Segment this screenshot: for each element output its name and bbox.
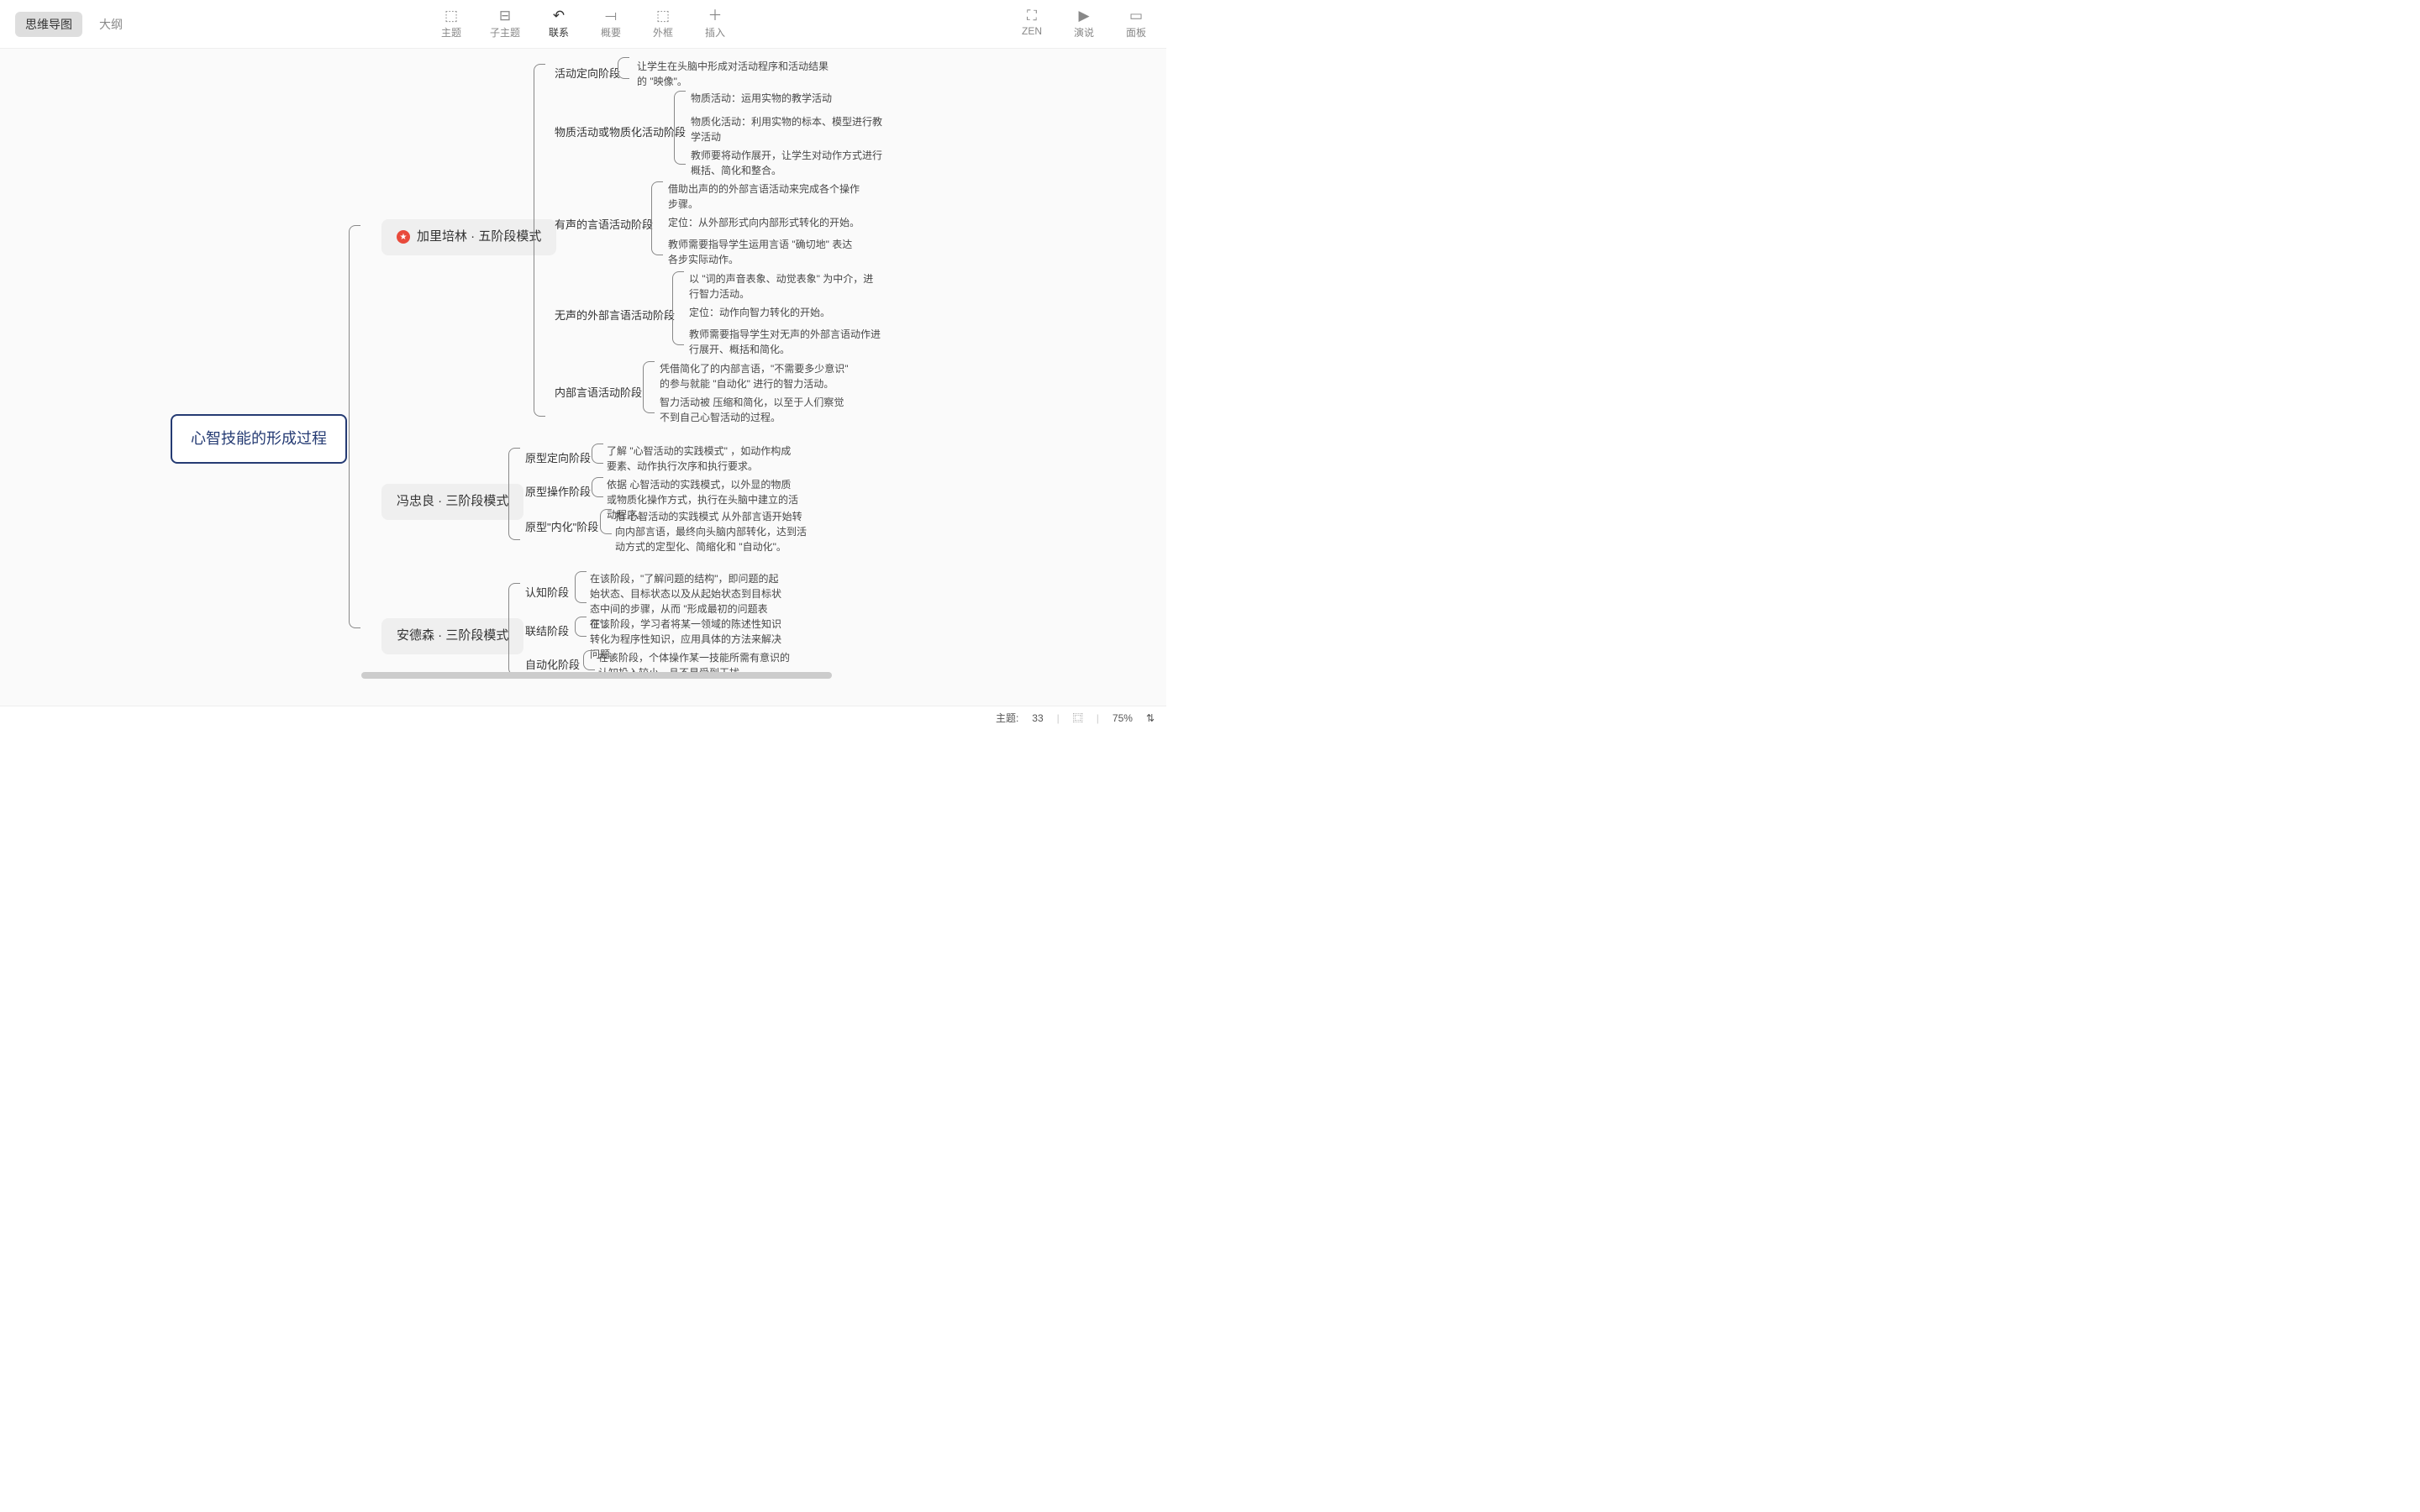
subtopic-icon: ⊟: [499, 8, 511, 23]
b1-s1-d1[interactable]: 让学生在头脑中形成对活动程序和活动结果的 "映像"。: [637, 59, 830, 89]
zoom-stepper-icon[interactable]: ⇅: [1146, 712, 1155, 724]
status-divider: |: [1097, 712, 1099, 724]
pitch-button[interactable]: ▶ 演说: [1071, 8, 1097, 39]
topics-label: 主题:: [996, 711, 1018, 725]
b1-s2[interactable]: 物质活动或物质化活动阶段: [555, 124, 686, 141]
status-bar: 主题: 33 | ⿴ | 75% ⇅: [0, 706, 1166, 729]
b2-s2-brace: [592, 477, 603, 497]
b1-s3-d2[interactable]: 定位：从外部形式向内部形式转化的开始。: [668, 215, 860, 230]
view-mode-tabs: 思维导图 大纲: [8, 12, 133, 37]
boundary-icon: ⬚: [656, 8, 670, 23]
b1-brace: [534, 64, 545, 417]
topics-count: 33: [1032, 712, 1043, 724]
tool-label: 插入: [705, 25, 725, 39]
insert-icon: ＋: [708, 8, 723, 23]
b3-s2[interactable]: 联结阶段: [525, 623, 569, 640]
branch-label: 冯忠良 · 三阶段模式: [397, 492, 508, 512]
b2-s2[interactable]: 原型操作阶段: [525, 484, 591, 501]
tool-label: 概要: [601, 25, 621, 39]
branch-feng[interactable]: 冯忠良 · 三阶段模式: [381, 484, 523, 520]
b1-s2-d3[interactable]: 教师要将动作展开，让学生对动作方式进行概括、简化和整合。: [691, 148, 884, 178]
tool-insert[interactable]: ＋ 插入: [702, 8, 729, 39]
b1-s2-d1[interactable]: 物质活动：运用实物的教学活动: [691, 91, 832, 106]
b1-s1-brace: [618, 57, 629, 79]
mindmap-canvas[interactable]: 心智技能的形成过程 ★ 加里培林 · 五阶段模式 活动定向阶段 让学生在头脑中形…: [0, 49, 1166, 706]
b2-s3-brace: [600, 509, 612, 534]
center-toolbar: ⬚ 主题 ⊟ 子主题 ↶ 联系 ⟞ 概要 ⬚ 外框 ＋ 插入: [438, 8, 729, 39]
tool-label: ZEN: [1022, 25, 1042, 37]
branch-label: 安德森 · 三阶段模式: [397, 627, 508, 646]
b1-s2-d2[interactable]: 物质化活动：利用实物的标本、模型进行教学活动: [691, 114, 884, 144]
b1-s3-d3[interactable]: 教师需要指导学生运用言语 "确切地" 表达各步实际动作。: [668, 237, 861, 267]
tool-summary[interactable]: ⟞ 概要: [597, 8, 624, 39]
topic-icon: ⬚: [445, 8, 458, 23]
b2-s3-d1[interactable]: 指 心智活动的实践模式 从外部言语开始转向内部言语，最终向头脑内部转化，达到活动…: [615, 509, 808, 554]
b3-s1-brace: [575, 571, 587, 603]
b2-s1-d1[interactable]: 了解 "心智活动的实践模式" ，如动作构成要素、动作执行次序和执行要求。: [607, 444, 800, 474]
b2-s3[interactable]: 原型"内化"阶段: [525, 519, 598, 536]
zen-icon: ⛶: [1027, 8, 1037, 23]
b1-s4-brace: [672, 271, 684, 345]
relation-icon: ↶: [553, 8, 565, 23]
tool-label: 联系: [549, 25, 569, 39]
branch-label: 加里培林 · 五阶段模式: [417, 228, 541, 247]
tool-subtopic[interactable]: ⊟ 子主题: [490, 8, 520, 39]
tool-label: 主题: [441, 25, 461, 39]
b3-s2-brace: [575, 617, 587, 637]
top-toolbar: 思维导图 大纲 ⬚ 主题 ⊟ 子主题 ↶ 联系 ⟞ 概要 ⬚ 外框 ＋ 插入 ⛶: [0, 0, 1166, 49]
tool-boundary[interactable]: ⬚ 外框: [650, 8, 676, 39]
zen-button[interactable]: ⛶ ZEN: [1018, 8, 1045, 39]
status-divider: |: [1057, 712, 1060, 724]
tab-outline[interactable]: 大纲: [89, 12, 133, 37]
b1-s5-brace: [643, 361, 655, 413]
b3-s3[interactable]: 自动化阶段: [525, 657, 580, 674]
b1-s5-d2[interactable]: 智力活动被 压缩和简化，以至于人们察觉不到自己心智活动的过程。: [660, 395, 853, 425]
b1-s2-brace: [674, 91, 686, 165]
b1-s3-d1[interactable]: 借助出声的的外部言语活动来完成各个操作步骤。: [668, 181, 861, 212]
b1-s4[interactable]: 无声的外部言语活动阶段: [555, 307, 675, 324]
root-brace: [349, 225, 360, 628]
b3-s1[interactable]: 认知阶段: [525, 585, 569, 601]
b2-s1[interactable]: 原型定向阶段: [525, 450, 591, 467]
star-icon: ★: [397, 230, 410, 244]
b2-brace: [508, 448, 520, 540]
tool-label: 演说: [1074, 25, 1094, 39]
b2-s1-brace: [592, 444, 603, 464]
b3-brace: [508, 583, 520, 675]
b1-s4-d2[interactable]: 定位：动作向智力转化的开始。: [689, 305, 830, 320]
tool-label: 面板: [1126, 25, 1146, 39]
tool-topic[interactable]: ⬚ 主题: [438, 8, 465, 39]
b1-s1[interactable]: 活动定向阶段: [555, 66, 620, 82]
tab-mindmap[interactable]: 思维导图: [15, 12, 82, 37]
tool-relation[interactable]: ↶ 联系: [545, 8, 572, 39]
summary-icon: ⟞: [605, 8, 617, 23]
branch-galperin[interactable]: ★ 加里培林 · 五阶段模式: [381, 219, 556, 255]
b1-s3-brace: [651, 181, 663, 255]
b1-s3[interactable]: 有声的言语活动阶段: [555, 217, 653, 234]
right-toolbar: ⛶ ZEN ▶ 演说 ▭ 面板: [1018, 8, 1158, 39]
play-icon: ▶: [1078, 8, 1089, 23]
horizontal-scrollbar[interactable]: [361, 672, 832, 679]
b1-s4-d1[interactable]: 以 "词的声音表象、动觉表象" 为中介，进行智力活动。: [689, 271, 882, 302]
b1-s4-d3[interactable]: 教师需要指导学生对无声的外部言语动作进行展开、概括和简化。: [689, 327, 882, 357]
tool-label: 子主题: [490, 25, 520, 39]
minimap-icon[interactable]: ⿴: [1073, 711, 1083, 725]
zoom-level[interactable]: 75%: [1113, 712, 1133, 724]
branch-anderson[interactable]: 安德森 · 三阶段模式: [381, 618, 523, 654]
b3-s3-brace: [583, 650, 595, 670]
root-topic[interactable]: 心智技能的形成过程: [171, 414, 347, 464]
b1-s5-d1[interactable]: 凭借简化了的内部言语，"不需要多少意识" 的参与就能 "自动化" 进行的智力活动…: [660, 361, 853, 391]
panel-button[interactable]: ▭ 面板: [1123, 8, 1150, 39]
b1-s5[interactable]: 内部言语活动阶段: [555, 385, 642, 402]
panel-icon: ▭: [1129, 8, 1143, 23]
tool-label: 外框: [653, 25, 673, 39]
